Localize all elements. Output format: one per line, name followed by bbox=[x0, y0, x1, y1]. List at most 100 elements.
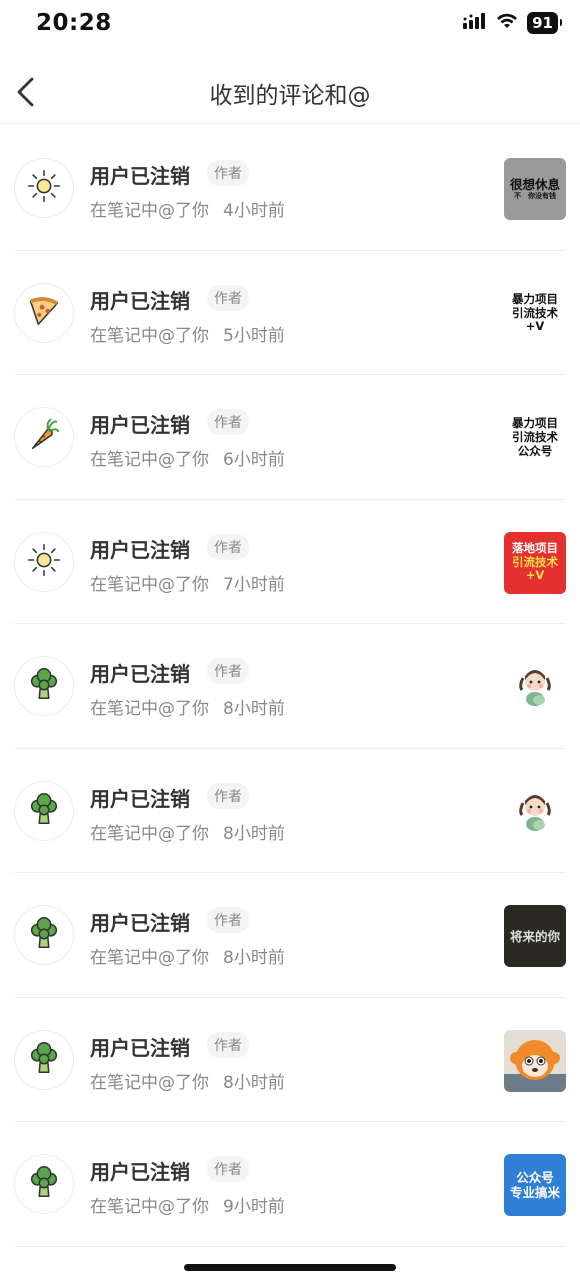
status-icons: 91 bbox=[463, 12, 562, 34]
wifi-icon bbox=[496, 13, 518, 33]
broccoli-icon bbox=[25, 790, 63, 832]
avatar[interactable] bbox=[14, 780, 74, 841]
notification-description: 在笔记中@了你 8小时前 bbox=[90, 1068, 285, 1093]
thumbnail-text: +V bbox=[525, 319, 545, 334]
notification-description: 在笔记中@了你 6小时前 bbox=[90, 445, 285, 470]
avatar[interactable] bbox=[14, 158, 74, 218]
user-name[interactable]: 用户已注销 bbox=[90, 907, 190, 936]
thumbnail-text: 不 你没有钱 bbox=[514, 192, 556, 201]
timestamp: 8小时前 bbox=[223, 823, 285, 844]
author-badge: 作者 bbox=[207, 533, 249, 560]
note-thumbnail[interactable]: 公众号 专业搞米 bbox=[504, 1154, 566, 1216]
action-text: 在笔记中@了你 bbox=[90, 201, 209, 221]
broccoli-icon bbox=[25, 914, 63, 956]
action-text: 在笔记中@了你 bbox=[90, 1197, 209, 1217]
note-thumbnail[interactable] bbox=[504, 780, 566, 843]
user-name[interactable]: 用户已注销 bbox=[90, 1156, 190, 1185]
action-text: 在笔记中@了你 bbox=[90, 450, 209, 470]
avatar[interactable] bbox=[14, 905, 74, 965]
sun-icon bbox=[25, 167, 63, 209]
broccoli-icon bbox=[25, 665, 63, 707]
notification-item[interactable]: 用户已注销 作者在笔记中@了你 8小时前 bbox=[0, 998, 580, 1122]
avatar[interactable] bbox=[14, 1029, 74, 1090]
user-name[interactable]: 用户已注销 bbox=[90, 285, 190, 314]
note-thumbnail[interactable]: 落地项目 引流技术 +V bbox=[504, 531, 566, 594]
author-badge: 作者 bbox=[207, 782, 249, 809]
avatar[interactable] bbox=[14, 407, 74, 467]
thumbnail-text: 暴力项目 bbox=[512, 416, 558, 431]
thumbnail-text: +V bbox=[525, 568, 545, 583]
author-badge: 作者 bbox=[207, 284, 249, 311]
notification-item[interactable]: 用户已注销 作者在笔记中@了你 8小时前 bbox=[0, 624, 580, 749]
cellular-signal-icon bbox=[463, 13, 487, 33]
thumbnail-text: 引流技术 bbox=[512, 554, 558, 569]
author-badge: 作者 bbox=[207, 160, 249, 186]
pizza-icon bbox=[25, 292, 63, 334]
thumbnail-text: 落地项目 bbox=[512, 540, 558, 555]
note-thumbnail[interactable]: 暴力项目 引流技术 +V bbox=[504, 282, 566, 345]
author-badge: 作者 bbox=[207, 1031, 249, 1058]
status-time: 20:28 bbox=[36, 10, 112, 36]
note-thumbnail[interactable] bbox=[504, 656, 566, 718]
page-title: 收到的评论和@ bbox=[209, 83, 371, 109]
timestamp: 6小时前 bbox=[223, 450, 285, 470]
nav-bar: 收到的评论和@ bbox=[0, 62, 580, 124]
notification-item[interactable]: 用户已注销 作者在笔记中@了你 4小时前 很想休息不 你没有钱 bbox=[0, 126, 580, 251]
notification-description: 在笔记中@了你 8小时前 bbox=[90, 694, 285, 719]
note-thumbnail[interactable]: 暴力项目 引流技术 公众号 bbox=[504, 407, 566, 469]
notification-item[interactable]: 用户已注销 作者在笔记中@了你 8小时前 将来的你 bbox=[0, 873, 580, 998]
action-text: 在笔记中@了你 bbox=[90, 948, 209, 968]
battery-indicator: 91 bbox=[527, 12, 562, 34]
notification-item[interactable]: 用户已注销 作者在笔记中@了你 5小时前 暴力项目 引流技术 +V bbox=[0, 251, 580, 375]
author-badge: 作者 bbox=[207, 907, 249, 933]
notification-description: 在笔记中@了你 9小时前 bbox=[90, 1192, 285, 1217]
thumbnail-text: 公众号 bbox=[516, 1170, 554, 1185]
user-name[interactable]: 用户已注销 bbox=[90, 534, 190, 563]
avatar[interactable] bbox=[14, 656, 74, 716]
divider bbox=[14, 1245, 566, 1247]
timestamp: 8小时前 bbox=[223, 699, 285, 719]
user-name[interactable]: 用户已注销 bbox=[90, 160, 190, 189]
note-thumbnail[interactable]: 很想休息不 你没有钱 bbox=[504, 158, 566, 220]
author-badge: 作者 bbox=[207, 409, 249, 435]
timestamp: 8小时前 bbox=[223, 1072, 285, 1093]
timestamp: 9小时前 bbox=[223, 1197, 285, 1217]
thumbnail-text: 将来的你 bbox=[509, 928, 560, 944]
thumbnail-text: 暴力项目 bbox=[512, 291, 558, 306]
thumbnail-text: 引流技术 bbox=[512, 430, 558, 445]
notification-item[interactable]: 用户已注销 作者在笔记中@了你 6小时前 暴力项目 引流技术 公众号 bbox=[0, 375, 580, 500]
action-text: 在笔记中@了你 bbox=[90, 574, 209, 595]
notification-description: 在笔记中@了你 8小时前 bbox=[90, 943, 285, 968]
status-bar: 20:28 91 bbox=[0, 0, 580, 50]
action-text: 在笔记中@了你 bbox=[90, 823, 209, 844]
user-name[interactable]: 用户已注销 bbox=[90, 409, 190, 438]
broccoli-icon bbox=[25, 1039, 63, 1081]
avatar[interactable] bbox=[14, 531, 74, 592]
action-text: 在笔记中@了你 bbox=[90, 699, 209, 719]
author-badge: 作者 bbox=[207, 1156, 249, 1182]
notification-description: 在笔记中@了你 7小时前 bbox=[90, 570, 285, 595]
notification-item[interactable]: 用户已注销 作者在笔记中@了你 9小时前 公众号 专业搞米 bbox=[0, 1122, 580, 1247]
timestamp: 4小时前 bbox=[223, 201, 285, 221]
user-name[interactable]: 用户已注销 bbox=[90, 1032, 190, 1061]
timestamp: 8小时前 bbox=[223, 948, 285, 968]
notification-description: 在笔记中@了你 5小时前 bbox=[90, 321, 285, 346]
user-name[interactable]: 用户已注销 bbox=[90, 783, 190, 812]
user-name[interactable]: 用户已注销 bbox=[90, 658, 190, 687]
notification-item[interactable]: 用户已注销 作者在笔记中@了你 7小时前 落地项目 引流技术 +V bbox=[0, 500, 580, 624]
broccoli-icon bbox=[25, 1163, 63, 1205]
thumbnail-text: 公众号 bbox=[517, 443, 553, 458]
thumbnail-text: 引流技术 bbox=[512, 305, 558, 320]
sun-icon bbox=[25, 541, 63, 583]
note-thumbnail[interactable]: 将来的你 bbox=[504, 905, 566, 967]
avatar[interactable] bbox=[14, 1154, 74, 1214]
note-thumbnail[interactable] bbox=[504, 1029, 566, 1092]
thumbnail-text: 很想休息 bbox=[509, 177, 560, 193]
avatar[interactable] bbox=[14, 282, 74, 343]
action-text: 在笔记中@了你 bbox=[90, 1072, 209, 1093]
notification-item[interactable]: 用户已注销 作者在笔记中@了你 8小时前 bbox=[0, 749, 580, 873]
timestamp: 5小时前 bbox=[223, 325, 285, 346]
notification-list: 用户已注销 作者 在笔记中@了你 4小时前 很想休息不 你没有钱 用户已注销 作者 在笔记中@… bbox=[0, 126, 580, 1247]
author-badge: 作者 bbox=[207, 658, 249, 684]
carrot-icon bbox=[25, 416, 63, 458]
